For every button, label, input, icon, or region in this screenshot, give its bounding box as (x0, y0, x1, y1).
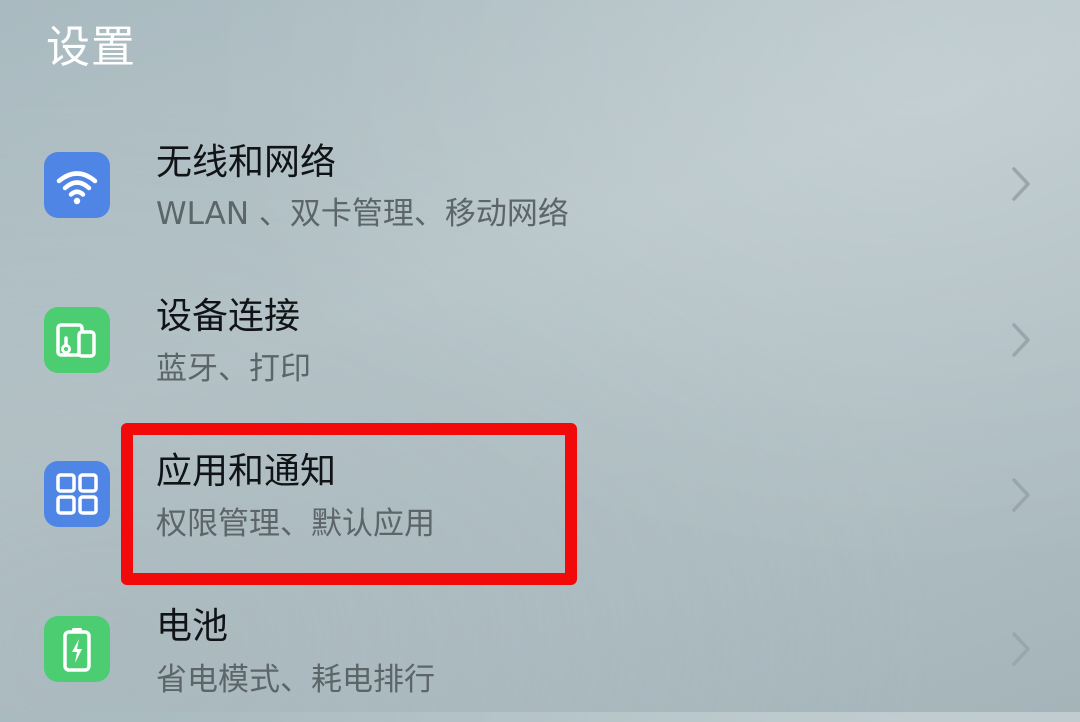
settings-item-subtitle: 蓝牙、打印 (156, 351, 311, 387)
chevron-right-icon (1012, 632, 1030, 666)
apps-grid-icon (44, 461, 110, 527)
battery-icon (44, 616, 110, 682)
device-connection-icon (44, 307, 110, 373)
settings-item-title: 电池 (156, 606, 229, 647)
chevron-right-icon (1012, 167, 1030, 201)
chevron-right-icon (1012, 323, 1030, 357)
settings-item-subtitle: 省电模式、耗电排行 (156, 662, 435, 698)
settings-item-subtitle: 权限管理、默认应用 (156, 506, 435, 542)
settings-item-wireless-network[interactable]: 无线和网络 WLAN 、双卡管理、移动网络 (0, 108, 1080, 258)
settings-item-title: 无线和网络 (156, 142, 337, 183)
settings-item-apps-notifications[interactable]: 应用和通知 权限管理、默认应用 (0, 418, 1080, 568)
settings-item-title: 应用和通知 (156, 451, 337, 492)
settings-item-battery[interactable]: 电池 省电模式、耗电排行 (0, 572, 1080, 722)
wifi-icon (44, 152, 110, 218)
settings-item-device-connection[interactable]: 设备连接 蓝牙、打印 (0, 264, 1080, 414)
settings-list: 无线和网络 WLAN 、双卡管理、移动网络 设备连接 蓝牙、打印 应用和通知 权… (0, 0, 1080, 712)
chevron-right-icon (1012, 478, 1030, 512)
settings-item-subtitle: WLAN 、双卡管理、移动网络 (156, 196, 569, 232)
settings-item-title: 设备连接 (156, 296, 301, 337)
